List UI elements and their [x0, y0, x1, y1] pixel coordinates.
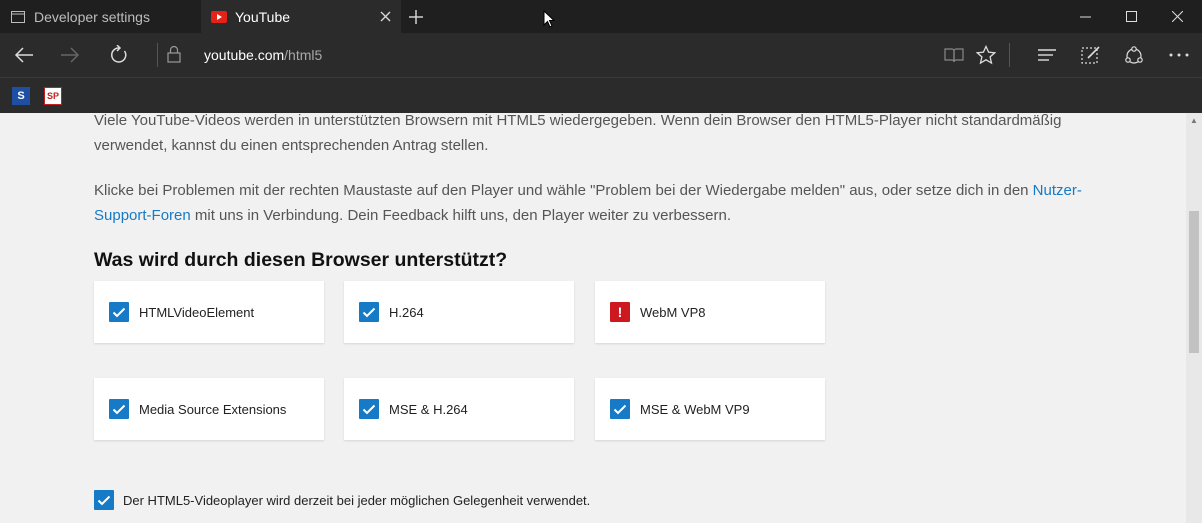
error-icon: !	[610, 302, 630, 322]
minimize-icon[interactable]	[1062, 0, 1108, 33]
scroll-up-icon[interactable]: ▲	[1190, 116, 1198, 125]
feature-label: MSE & H.264	[389, 401, 468, 417]
close-window-icon[interactable]	[1154, 0, 1200, 33]
address-bar[interactable]: youtube.com/html5	[204, 47, 322, 63]
checkmark-icon	[94, 490, 114, 510]
tab-youtube[interactable]: YouTube	[201, 0, 401, 33]
checkmark-icon	[359, 302, 379, 322]
feature-card: MSE & H.264	[344, 378, 574, 440]
checkmark-icon	[610, 399, 630, 419]
favorites-bar: S SP	[0, 77, 1202, 113]
html5-status-text: Der HTML5-Videoplayer wird derzeit bei j…	[123, 492, 591, 508]
tab-label: YouTube	[235, 8, 291, 25]
share-icon[interactable]	[1114, 33, 1154, 77]
navigation-bar: youtube.com/html5	[0, 33, 1202, 77]
youtube-icon	[211, 9, 227, 25]
page-content: Viele YouTube-Videos werden in unterstüt…	[0, 113, 1186, 523]
checkmark-icon	[109, 399, 129, 419]
maximize-icon[interactable]	[1108, 0, 1154, 33]
support-heading: Was wird durch diesen Browser unterstütz…	[94, 249, 508, 271]
tab-developer-settings[interactable]: Developer settings	[0, 0, 200, 33]
feature-label: WebM VP8	[640, 304, 706, 320]
bookmark-2-icon[interactable]: SP	[44, 87, 62, 105]
feature-card: HTMLVideoElement	[94, 281, 324, 343]
vertical-scrollbar[interactable]: ▲	[1186, 113, 1202, 523]
new-tab-icon[interactable]	[406, 7, 426, 27]
hub-icon[interactable]	[1027, 33, 1067, 77]
lock-icon[interactable]	[167, 45, 181, 68]
url-domain: youtube.com	[204, 47, 285, 63]
scrollbar-thumb[interactable]	[1189, 211, 1199, 353]
feature-card: ! WebM VP8	[595, 281, 825, 343]
favorite-star-icon[interactable]	[966, 33, 1006, 77]
feature-label: Media Source Extensions	[139, 401, 287, 417]
feature-label: MSE & WebM VP9	[640, 401, 750, 417]
close-tab-icon[interactable]	[377, 8, 393, 24]
tab-label: Developer settings	[34, 8, 150, 25]
feature-label: HTMLVideoElement	[139, 304, 255, 320]
feature-label: H.264	[389, 304, 424, 320]
separator	[1009, 43, 1010, 67]
mouse-cursor-icon	[543, 9, 556, 31]
window-icon	[10, 9, 26, 25]
tab-bar: Developer settings YouTube	[0, 0, 1202, 33]
checkmark-icon	[109, 302, 129, 322]
separator	[157, 43, 158, 67]
forward-icon[interactable]	[50, 33, 90, 77]
html5-status: Der HTML5-Videoplayer wird derzeit bei j…	[94, 490, 590, 510]
checkmark-icon	[359, 399, 379, 419]
intro-paragraph: Viele YouTube-Videos werden in unterstüt…	[94, 113, 1062, 154]
more-icon[interactable]	[1159, 33, 1199, 77]
back-icon[interactable]	[4, 33, 44, 77]
refresh-icon[interactable]	[99, 33, 139, 77]
feedback-paragraph: Klicke bei Problemen mit der rechten Mau…	[94, 182, 1082, 224]
url-path: /html5	[284, 47, 323, 63]
feature-card: Media Source Extensions	[94, 378, 324, 440]
web-note-icon[interactable]	[1071, 33, 1111, 77]
feature-card: MSE & WebM VP9	[595, 378, 825, 440]
bookmark-1-icon[interactable]: S	[12, 87, 30, 105]
feature-card: H.264	[344, 281, 574, 343]
